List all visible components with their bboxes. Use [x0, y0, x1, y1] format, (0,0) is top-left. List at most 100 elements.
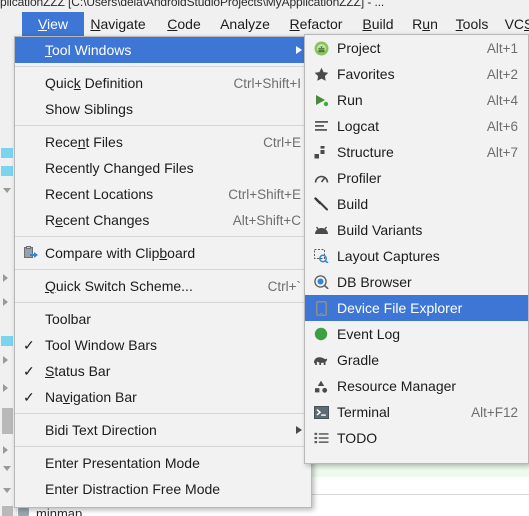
menu-item-tool-windows[interactable]: Tool Windows	[15, 37, 311, 63]
tool-window-item-layout-captures[interactable]: Layout Captures	[305, 243, 528, 269]
tool-window-item-event-log[interactable]: Event Log	[305, 321, 528, 347]
bottom-item-icon	[18, 508, 29, 516]
menu-item-compare-with-clipboard[interactable]: Compare with Clipboard	[15, 240, 311, 266]
tool-window-item-build-variants[interactable]: Build Variants	[305, 217, 528, 243]
menu-item-label: Recently Changed Files	[45, 160, 194, 176]
event-log-circle-icon	[311, 321, 331, 347]
tool-window-item-label: Gradle	[337, 352, 380, 368]
gutter-fold-icon[interactable]	[3, 446, 8, 454]
tool-window-item-label: Device File Explorer	[337, 300, 463, 316]
tool-window-item-label: Build	[337, 196, 369, 212]
star-icon	[311, 61, 331, 87]
tool-window-item-project[interactable]: Project Alt+1	[305, 35, 528, 61]
tool-window-item-logcat[interactable]: Logcat Alt+6	[305, 113, 528, 139]
menu-item-recent-locations[interactable]: Recent Locations Ctrl+Shift+E	[15, 181, 311, 207]
tool-window-item-resource-manager[interactable]: Resource Manager	[305, 373, 528, 399]
menubar-item-analyze[interactable]: Analyze	[205, 12, 285, 36]
checkmark-icon: ✓	[23, 336, 35, 353]
menu-item-label: Status Bar	[45, 363, 111, 379]
gutter-fold-icon[interactable]	[3, 384, 8, 392]
tool-window-item-label: Project	[337, 40, 381, 56]
menubar-item-navigate[interactable]: Navigate	[73, 12, 163, 36]
gutter-fold-icon[interactable]	[3, 356, 8, 364]
menu-item-shortcut: Ctrl+E	[263, 134, 301, 150]
menu-item-shortcut: Ctrl+Shift+I	[233, 75, 301, 91]
menu-item-enter-presentation-mode[interactable]: Enter Presentation Mode	[15, 450, 311, 476]
compare-clipboard-icon	[22, 240, 40, 266]
menubar-item-refactor[interactable]: Refactor	[274, 12, 358, 36]
tool-window-item-label: Build Variants	[337, 222, 423, 238]
menubar-item-label: Analyze	[220, 16, 270, 32]
resource-manager-icon	[311, 373, 331, 399]
menubar-item-label: View	[37, 16, 69, 32]
gutter-marker	[1, 148, 13, 158]
menu-item-shortcut: Ctrl+`	[267, 278, 301, 294]
tool-window-item-gradle[interactable]: Gradle	[305, 347, 528, 373]
menu-item-toolbar[interactable]: Toolbar	[15, 306, 311, 332]
todo-list-icon	[311, 425, 331, 451]
menu-item-navigation-bar[interactable]: ✓ Navigation Bar	[15, 384, 311, 410]
tool-window-item-label: Logcat	[337, 118, 380, 134]
menubar-item-label: Navigate	[90, 16, 146, 32]
menu-item-bidi-text-direction[interactable]: Bidi Text Direction	[15, 417, 311, 443]
tool-window-item-db-browser[interactable]: DB Browser	[305, 269, 528, 295]
gutter-fold-icon[interactable]	[3, 488, 11, 493]
gutter-fold-icon[interactable]	[3, 298, 8, 306]
view-menu-popup: Tool Windows Quick Definition Ctrl+Shift+I…	[14, 36, 312, 508]
menubar-item-label: Code	[167, 16, 201, 32]
menu-item-status-bar[interactable]: ✓ Status Bar	[15, 358, 311, 384]
db-browser-icon	[311, 269, 331, 295]
menu-item-enter-full-screen[interactable]: Enter Full Screen	[15, 502, 311, 507]
submenu-arrow-icon	[296, 426, 302, 434]
tool-window-item-label: Event Log	[337, 326, 401, 342]
logcat-lines-icon	[311, 113, 331, 139]
menu-item-quick-switch-scheme[interactable]: Quick Switch Scheme... Ctrl+`	[15, 273, 311, 299]
menu-item-enter-distraction-free-mode[interactable]: Enter Distraction Free Mode	[15, 476, 311, 502]
menubar-item-vcs[interactable]: VCS	[492, 12, 529, 36]
tool-window-item-run[interactable]: Run Alt+4	[305, 87, 528, 113]
menu-item-label: Compare with Clipboard	[45, 245, 196, 261]
tool-window-item-label: Layout Captures	[337, 248, 440, 264]
structure-blocks-icon	[311, 139, 331, 165]
menu-item-label: Toolbar	[45, 311, 91, 327]
menu-separator	[15, 125, 311, 126]
tool-window-item-build[interactable]: Build	[305, 191, 528, 217]
tool-window-item-label: DB Browser	[337, 274, 412, 290]
gutter-scrollbar-segment[interactable]	[2, 408, 13, 434]
build-hammer-icon	[311, 191, 331, 217]
menu-item-recent-files[interactable]: Recent Files Ctrl+E	[15, 129, 311, 155]
gutter-fold-icon[interactable]	[3, 188, 11, 193]
menubar-item-label: VCS	[504, 16, 529, 32]
menu-item-recent-changes[interactable]: Recent Changes Alt+Shift+C	[15, 207, 311, 233]
menu-item-show-siblings[interactable]: Show Siblings	[15, 96, 311, 122]
android-project-icon	[311, 35, 331, 61]
tool-window-item-shortcut: Alt+4	[486, 92, 518, 108]
submenu-arrow-icon	[296, 46, 302, 54]
tool-window-item-label: Profiler	[337, 170, 382, 186]
gutter-fold-icon[interactable]	[3, 274, 8, 282]
menu-item-tool-window-bars[interactable]: ✓ Tool Window Bars	[15, 332, 311, 358]
menu-item-quick-definition[interactable]: Quick Definition Ctrl+Shift+I	[15, 70, 311, 96]
menu-item-label: Quick Definition	[45, 75, 144, 91]
gutter-scrollbar-segment[interactable]	[2, 506, 13, 516]
tool-window-item-favorites[interactable]: Favorites Alt+2	[305, 61, 528, 87]
tool-window-item-label: Run	[337, 92, 363, 108]
checkmark-icon: ✓	[23, 388, 35, 405]
tool-window-item-terminal[interactable]: Terminal Alt+F12	[305, 399, 528, 425]
tool-window-item-profiler[interactable]: Profiler	[305, 165, 528, 191]
tool-window-item-todo[interactable]: TODO	[305, 425, 528, 451]
tool-window-item-shortcut: Alt+1	[486, 40, 518, 56]
menu-separator	[15, 302, 311, 303]
tool-window-item-structure[interactable]: Structure Alt+7	[305, 139, 528, 165]
menu-separator	[15, 446, 311, 447]
profiler-gauge-icon	[311, 165, 331, 191]
gutter-marker	[1, 166, 13, 176]
tool-window-item-label: Structure	[337, 144, 394, 160]
main-menubar: View Navigate Code Analyze Refactor Build Run T…	[0, 12, 529, 36]
menu-item-recently-changed-files[interactable]: Recently Changed Files	[15, 155, 311, 181]
tool-window-item-device-file-explorer[interactable]: Device File Explorer	[305, 295, 528, 321]
gutter-fold-icon[interactable]	[3, 466, 11, 471]
device-phone-icon	[311, 295, 331, 321]
menu-separator	[15, 66, 311, 67]
build-variants-icon	[311, 217, 331, 243]
